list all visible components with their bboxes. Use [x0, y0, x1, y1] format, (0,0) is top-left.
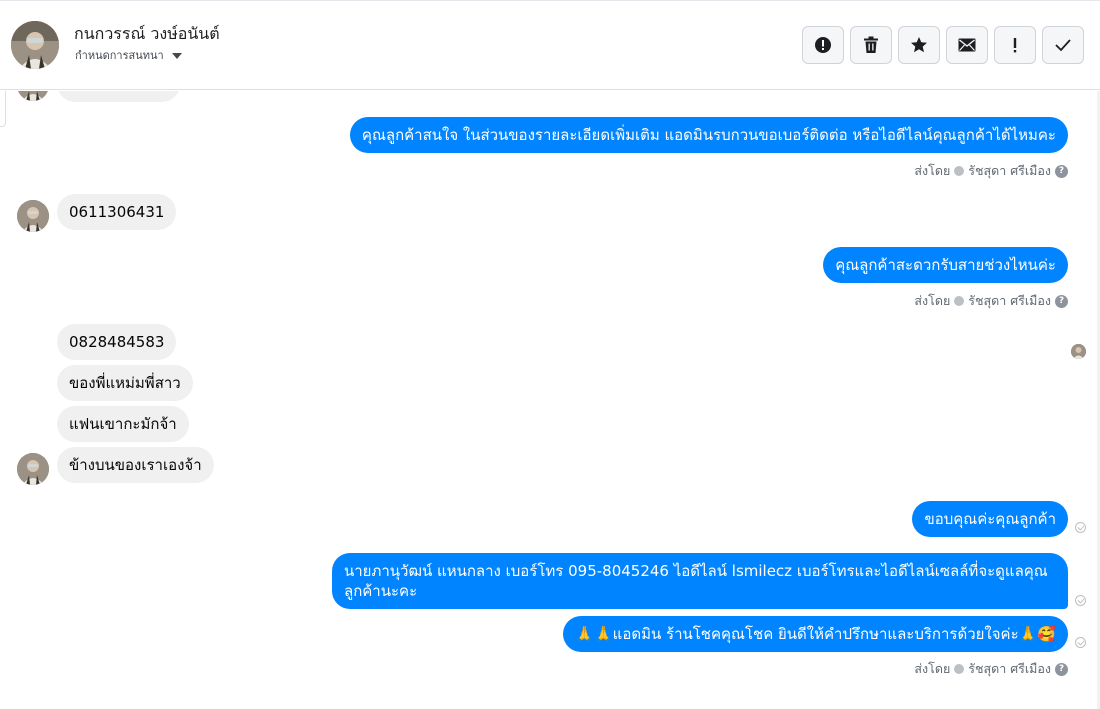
sent-by-line: ส่งโดย รัชสุดา ศรีเมือง ? — [914, 659, 1068, 679]
sent-by-agent: รัชสุดา ศรีเมือง — [968, 293, 1051, 308]
contact-avatar-small — [17, 91, 49, 101]
incoming-message-bubble[interactable]: 0611306431 — [57, 194, 177, 230]
message-thread[interactable]: คุณลูกค้าสนใจ ในส่วนของรายละเอียดเพิ่มเต… — [0, 91, 1100, 709]
sent-by-agent: รัชสุดา ศรีเมือง — [968, 163, 1051, 178]
sent-by-line: ส่งโดย รัชสุดา ศรีเมือง ? — [914, 291, 1068, 311]
incoming-message-bubble[interactable]: ข้างบนของเราเองจ้า — [57, 447, 214, 483]
contact-avatar-small — [17, 453, 49, 485]
exclamation-icon — [1013, 38, 1017, 53]
outgoing-message-bubble[interactable]: คุณลูกค้าสนใจ ในส่วนของรายละเอียดเพิ่มเต… — [349, 117, 1068, 153]
delivered-status-icon — [1075, 637, 1086, 648]
header-top-divider — [0, 0, 1100, 1]
outgoing-message-bubble[interactable]: ขอบคุณค่ะคุณลูกค้า — [912, 501, 1068, 537]
agent-badge-icon — [954, 166, 965, 176]
mark-unread-button[interactable] — [946, 26, 988, 64]
outgoing-message-bubble[interactable]: คุณลูกค้าสะดวกรับสายช่วงไหนค่ะ — [823, 247, 1068, 283]
assign-conversation-label: กำหนดการสนทนา — [75, 49, 164, 62]
side-panel-toggle[interactable] — [0, 91, 6, 127]
star-button[interactable] — [898, 26, 940, 64]
caret-down-icon — [171, 52, 182, 59]
agent-badge-icon — [954, 664, 965, 674]
check-icon — [1055, 39, 1071, 52]
sent-by-prefix: ส่งโดย — [914, 661, 951, 676]
contact-avatar-small — [17, 200, 49, 232]
outgoing-message-bubble[interactable]: นายภานุวัฒน์ แหนกลาง เบอร์โทร 095-804524… — [332, 553, 1068, 609]
seen-indicator-avatar — [1071, 344, 1086, 359]
assign-conversation-dropdown[interactable]: กำหนดการสนทนา — [75, 46, 182, 64]
conversation-header: กนกวรรณ์ วงษ์อนันต์ กำหนดการสนทนา — [0, 0, 1100, 90]
help-icon[interactable]: ? — [1055, 294, 1068, 308]
delivered-status-icon — [1075, 595, 1086, 606]
sent-by-agent: รัชสุดา ศรีเมือง — [968, 661, 1051, 676]
incoming-message-bubble[interactable] — [57, 91, 180, 102]
incoming-message-bubble[interactable]: ของพี่แหม่มพี่สาว — [57, 365, 193, 401]
delivered-status-icon — [1075, 522, 1086, 533]
help-icon[interactable]: ? — [1055, 662, 1068, 676]
star-icon — [911, 37, 927, 53]
sent-by-prefix: ส่งโดย — [914, 293, 951, 308]
incoming-message-bubble[interactable]: แฟนเขากะมักจ้า — [57, 406, 189, 442]
help-icon[interactable]: ? — [1055, 164, 1068, 178]
contact-avatar[interactable] — [11, 21, 59, 69]
outgoing-message-bubble[interactable]: 🙏🙏แอดมิน ร้านโชคคุณโชค ยินดีให้คำปรึกษาแ… — [563, 616, 1068, 652]
follow-up-button[interactable] — [994, 26, 1036, 64]
incoming-message-bubble[interactable]: 0828484583 — [57, 324, 177, 360]
trash-icon — [864, 36, 878, 53]
sent-by-prefix: ส่งโดย — [914, 163, 951, 178]
envelope-icon — [958, 38, 976, 52]
contact-name: กนกวรรณ์ วงษ์อนันต์ — [74, 24, 220, 43]
mark-done-button[interactable] — [1042, 26, 1084, 64]
agent-badge-icon — [954, 296, 965, 306]
delete-button[interactable] — [850, 26, 892, 64]
sent-by-line: ส่งโดย รัชสุดา ศรีเมือง ? — [914, 161, 1068, 181]
alert-circle-icon — [815, 37, 831, 53]
spam-report-button[interactable] — [802, 26, 844, 64]
